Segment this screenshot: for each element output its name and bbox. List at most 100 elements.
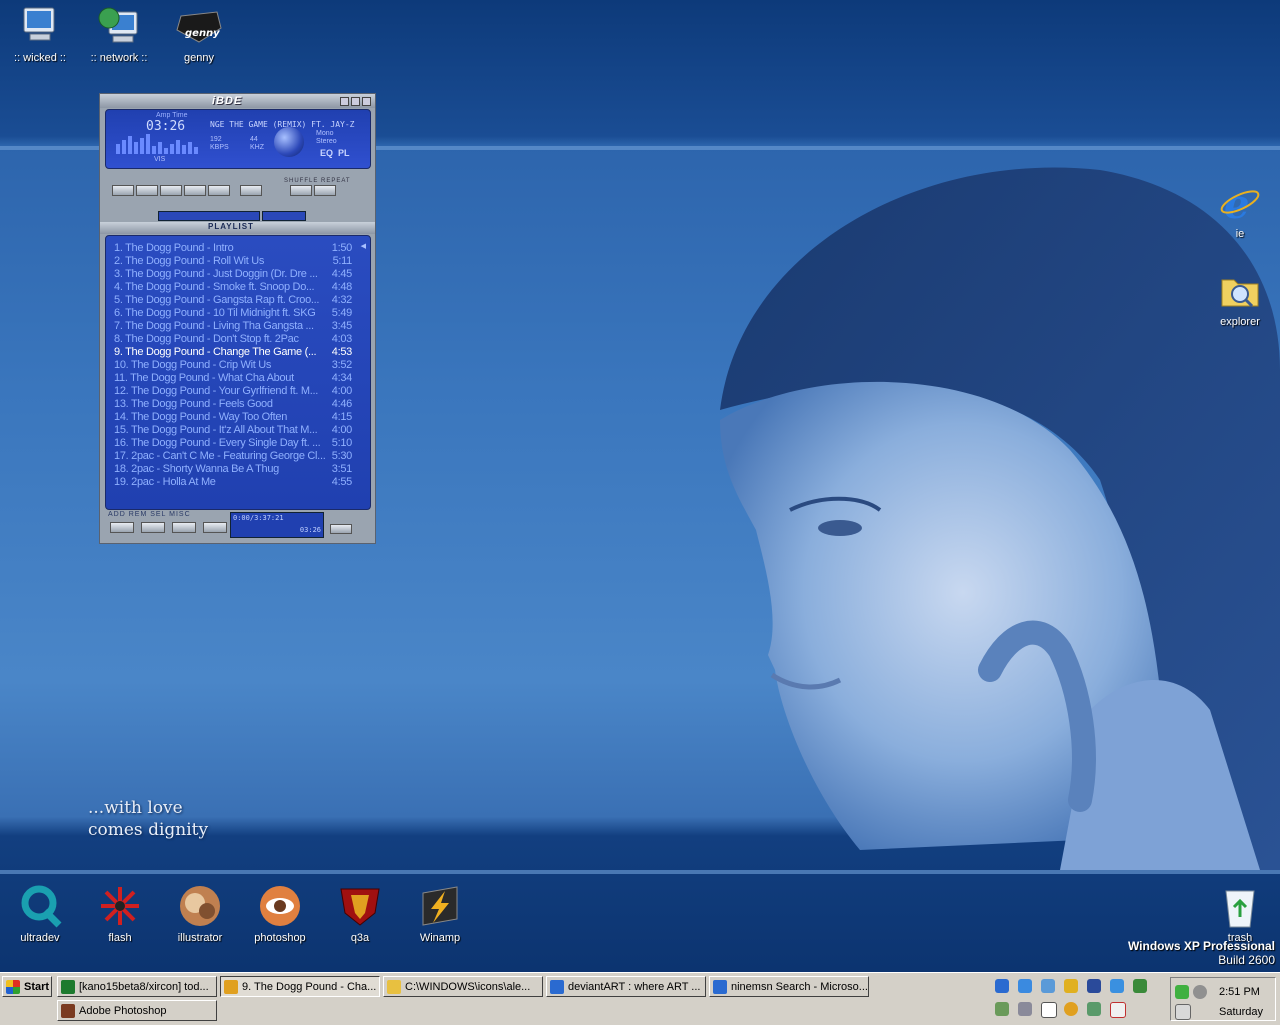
desktop-icon-ultradev[interactable]: ultradev [4,882,76,944]
repeat-button[interactable] [314,185,336,196]
visualizer-bar [170,144,174,154]
remove-button[interactable] [141,522,165,533]
eject-button[interactable] [240,185,262,196]
mail-tray-icon[interactable] [1041,1002,1057,1018]
playlist-row[interactable]: 15. The Dogg Pound - It'z All About That… [114,424,358,437]
outlook-tray-icon[interactable] [1041,979,1055,993]
desktop-icon-q3a[interactable]: q3a [324,882,396,944]
list-options-button[interactable] [330,524,352,534]
people-tray-icon[interactable] [1087,1002,1101,1016]
hand-tray-icon[interactable] [1175,1004,1191,1020]
playlist-titlebar[interactable]: PLAYLIST [100,222,375,234]
track-duration: 4:55 [331,476,353,488]
sun-tray-icon[interactable] [1064,1002,1078,1016]
stop-button[interactable] [184,185,206,196]
playlist-row[interactable]: 19. 2pac - Holla At Me 4:55 [114,476,358,489]
channel-mode: Mono Stereo [316,130,337,146]
playlist-row[interactable]: 7. The Dogg Pound - Living Tha Gangsta .… [114,320,358,333]
task-button-deviantart[interactable]: deviantART : where ART ... [546,976,706,997]
playlist[interactable]: ◀ 1. The Dogg Pound - Intro 1:50 2. The Do… [105,235,371,510]
visualizer[interactable] [114,124,198,154]
ie-tray-icon[interactable] [995,979,1009,993]
eq-toggle[interactable]: EQ [320,148,333,158]
desktop-icon-photoshop[interactable]: photoshop [244,882,316,944]
volume-slider[interactable] [262,211,306,221]
desktop-icon-genny[interactable]: genny genny [163,2,235,64]
add-button[interactable] [110,522,134,533]
desktop-icon-flash[interactable]: flash [84,882,156,944]
playlist-row[interactable]: 17. 2pac - Can't C Me - Featuring George… [114,450,358,463]
select-button[interactable] [172,522,196,533]
playlist-row[interactable]: 8. The Dogg Pound - Don't Stop ft. 2Pac 4… [114,333,358,346]
recycle-tray-icon[interactable] [995,1002,1009,1016]
play-button[interactable] [136,185,158,196]
desktop-icon-illustrator[interactable]: illustrator [164,882,236,944]
previous-button[interactable] [112,185,134,196]
desktop-icon-network[interactable]: :: network :: [83,2,155,64]
clock[interactable]: 2:51 PM [1219,986,1260,998]
playlist-row[interactable]: 1. The Dogg Pound - Intro 1:50 [114,242,358,255]
playlist-row[interactable]: 2. The Dogg Pound - Roll Wit Us 5:11 [114,255,358,268]
winamp-display: Amp Time 03:26 VIS NGE THE GAME (REMIX) … [105,109,371,169]
desktop-icon-trash[interactable]: trash [1204,882,1276,944]
box-tray-icon[interactable] [1018,1002,1032,1016]
playlist-row[interactable]: 6. The Dogg Pound - 10 Til Midnight ft. … [114,307,358,320]
playlist-row[interactable]: 18. 2pac - Shorty Wanna Be A Thug 3:51 [114,463,358,476]
wallpaper-portrait [660,150,1280,870]
track-duration: 4:45 [331,268,353,280]
playlist-row[interactable]: 12. The Dogg Pound - Your Gyrlfriend ft.… [114,385,358,398]
pl-toggle[interactable]: PL [338,148,350,158]
track-duration: 4:00 [331,424,353,436]
pause-button[interactable] [160,185,182,196]
playlist-row[interactable]: 4. The Dogg Pound - Smoke ft. Snoop Do..… [114,281,358,294]
desktop-icon-wicked[interactable]: :: wicked :: [4,2,76,64]
start-button[interactable]: Start [2,976,52,997]
task-button-folder[interactable]: C:\WINDOWS\icons\ale... [383,976,543,997]
minimize-button[interactable] [340,97,349,106]
playlist-row[interactable]: 9. The Dogg Pound - Change The Game (...… [114,346,358,359]
shade-button[interactable] [351,97,360,106]
close-button[interactable] [362,97,371,106]
task-button-photoshop[interactable]: Adobe Photoshop [57,1000,217,1021]
network-tray-icon[interactable] [1110,979,1124,993]
next-button[interactable] [208,185,230,196]
portrait-illustration [720,167,1280,870]
playlist-row[interactable]: 10. The Dogg Pound - Crip Wit Us 3:52 [114,359,358,372]
mono-label: Mono [316,130,334,137]
ie-tray-icon[interactable] [1018,979,1032,993]
playlist-row[interactable]: 11. The Dogg Pound - What Cha About 4:34 [114,372,358,385]
track-title: 5. The Dogg Pound - Gangsta Rap ft. Croo… [114,294,320,306]
winamp-window[interactable]: iBDE Amp Time 03:26 VIS NGE THE GAME (RE… [99,93,376,544]
misc-button[interactable] [203,522,227,533]
playlist-scroll-icon[interactable]: ◀ [361,242,366,250]
task-button-winamp[interactable]: 9. The Dogg Pound - Cha... [220,976,380,997]
playlist-row[interactable]: 16. The Dogg Pound - Every Single Day ft… [114,437,358,450]
svg-text:genny: genny [185,28,220,39]
speaker-tray-icon[interactable] [1193,985,1207,999]
playlist-row[interactable]: 13. The Dogg Pound - Feels Good 4:46 [114,398,358,411]
playlist-row[interactable]: 5. The Dogg Pound - Gangsta Rap ft. Croo… [114,294,358,307]
status-tray-icon[interactable] [1175,985,1189,999]
winamp-titlebar[interactable]: iBDE [100,94,375,108]
task-button-xircon[interactable]: [kano15beta8/xircon] tod... [57,976,217,997]
document-tray-icon[interactable] [1110,1002,1126,1018]
amp-time-label: Amp Time [156,112,188,119]
desktop-icon-winamp[interactable]: Winamp [404,882,476,944]
task-button-ninemsn[interactable]: ninemsn Search - Microso... [709,976,869,997]
chip-tray-icon[interactable] [1133,979,1147,993]
shuffle-repeat-label[interactable]: SHUFFLE REPEAT [284,178,351,184]
visualizer-bar [122,140,126,154]
track-duration: 4:03 [331,333,353,345]
svg-text:e: e [1224,181,1249,224]
playlist-row[interactable]: 3. The Dogg Pound - Just Doggin (Dr. Dre… [114,268,358,281]
desktop-icon-explorer[interactable]: explorer [1204,266,1276,328]
playlist-current-time: 03:26 [299,526,321,534]
monitor-tray-icon[interactable] [1087,979,1101,993]
playlist-row[interactable]: 14. The Dogg Pound - Way Too Often 4:15 [114,411,358,424]
kbps-label: KBPS [210,144,229,151]
shuffle-button[interactable] [290,185,312,196]
winamp-tray-icon[interactable] [1064,979,1078,993]
network-icon [95,2,143,50]
seek-bar[interactable] [158,211,260,221]
desktop-icon-ie[interactable]: e ie [1204,178,1276,240]
